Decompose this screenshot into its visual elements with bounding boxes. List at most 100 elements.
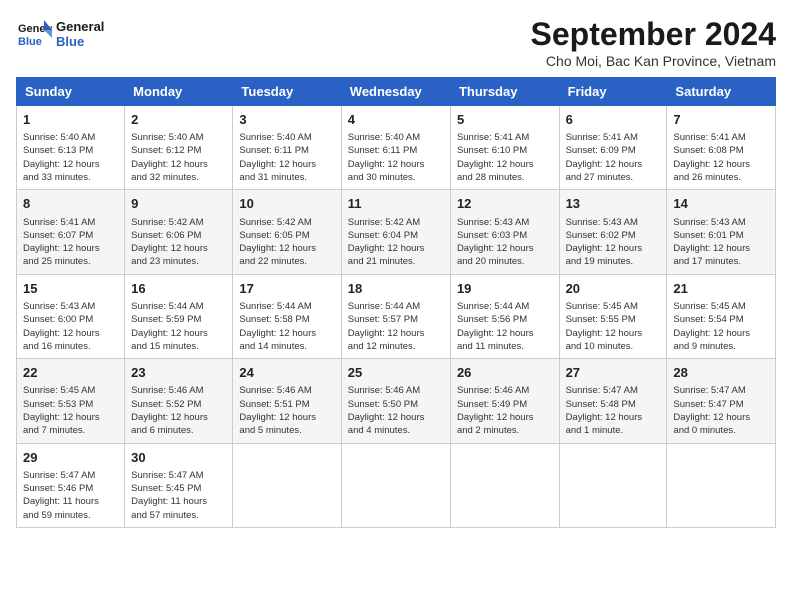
day-cell: 28 Sunrise: 5:47 AMSunset: 5:47 PMDayligh… <box>667 359 776 443</box>
day-cell: 10 Sunrise: 5:42 AMSunset: 6:05 PMDayligh… <box>233 190 341 274</box>
day-info: Sunrise: 5:41 AMSunset: 6:07 PMDaylight:… <box>23 216 118 269</box>
month-title: September 2024 <box>531 16 776 53</box>
day-cell: 7Sunrise: 5:41 AMSunset: 6:08 PMDaylight… <box>667 106 776 190</box>
week-row-4: 22 Sunrise: 5:45 AMSunset: 5:53 PMDayligh… <box>17 359 776 443</box>
day-info: Sunrise: 5:44 AMSunset: 5:57 PMDaylight:… <box>348 300 444 353</box>
day-number: 13 <box>566 195 661 213</box>
day-cell: 23 Sunrise: 5:46 AMSunset: 5:52 PMDayligh… <box>125 359 233 443</box>
day-cell: 18 Sunrise: 5:44 AMSunset: 5:57 PMDayligh… <box>341 274 450 358</box>
day-number: 10 <box>239 195 334 213</box>
day-cell: 9 Sunrise: 5:42 AMSunset: 6:06 PMDaylight… <box>125 190 233 274</box>
day-number: 20 <box>566 280 661 298</box>
day-cell: 12Sunrise: 5:43 AMSunset: 6:03 PMDayligh… <box>450 190 559 274</box>
calendar-table: SundayMondayTuesdayWednesdayThursdayFrid… <box>16 77 776 528</box>
day-number: 26 <box>457 364 553 382</box>
day-number: 30 <box>131 449 226 467</box>
header: General Blue General Blue September 2024… <box>16 16 776 69</box>
day-info: Sunrise: 5:43 AMSunset: 6:01 PMDaylight:… <box>673 216 769 269</box>
logo: General Blue General Blue <box>16 16 104 52</box>
day-info: Sunrise: 5:40 AMSunset: 6:11 PMDaylight:… <box>348 131 444 184</box>
day-cell: 2Sunrise: 5:40 AMSunset: 6:12 PMDaylight… <box>125 106 233 190</box>
day-cell: 6Sunrise: 5:41 AMSunset: 6:09 PMDaylight… <box>559 106 667 190</box>
day-number: 1 <box>23 111 118 129</box>
day-number: 25 <box>348 364 444 382</box>
day-cell <box>559 443 667 527</box>
day-number: 8 <box>23 195 118 213</box>
day-cell: 19Sunrise: 5:44 AMSunset: 5:56 PMDayligh… <box>450 274 559 358</box>
day-cell: 22 Sunrise: 5:45 AMSunset: 5:53 PMDayligh… <box>17 359 125 443</box>
day-number: 17 <box>239 280 334 298</box>
logo-text-blue: Blue <box>56 34 104 49</box>
day-cell: 27 Sunrise: 5:47 AMSunset: 5:48 PMDayligh… <box>559 359 667 443</box>
day-cell: 15Sunrise: 5:43 AMSunset: 6:00 PMDayligh… <box>17 274 125 358</box>
day-number: 21 <box>673 280 769 298</box>
day-info: Sunrise: 5:40 AMSunset: 6:11 PMDaylight:… <box>239 131 334 184</box>
day-info: Sunrise: 5:47 AMSunset: 5:48 PMDaylight:… <box>566 384 661 437</box>
day-number: 14 <box>673 195 769 213</box>
day-cell: 17Sunrise: 5:44 AMSunset: 5:58 PMDayligh… <box>233 274 341 358</box>
day-number: 28 <box>673 364 769 382</box>
day-number: 27 <box>566 364 661 382</box>
day-info: Sunrise: 5:44 AMSunset: 5:56 PMDaylight:… <box>457 300 553 353</box>
day-cell: 25Sunrise: 5:46 AMSunset: 5:50 PMDayligh… <box>341 359 450 443</box>
logo-icon: General Blue <box>16 16 52 52</box>
day-info: Sunrise: 5:40 AMSunset: 6:12 PMDaylight:… <box>131 131 226 184</box>
day-number: 15 <box>23 280 118 298</box>
day-cell: 4 Sunrise: 5:40 AMSunset: 6:11 PMDaylight… <box>341 106 450 190</box>
day-info: Sunrise: 5:47 AMSunset: 5:45 PMDaylight:… <box>131 469 226 522</box>
week-row-5: 29 Sunrise: 5:47 AMSunset: 5:46 PMDayligh… <box>17 443 776 527</box>
title-area: September 2024 Cho Moi, Bac Kan Province… <box>531 16 776 69</box>
day-number: 29 <box>23 449 118 467</box>
header-cell-saturday: Saturday <box>667 78 776 106</box>
day-cell: 26 Sunrise: 5:46 AMSunset: 5:49 PMDayligh… <box>450 359 559 443</box>
svg-text:Blue: Blue <box>18 36 42 48</box>
day-cell <box>667 443 776 527</box>
day-cell <box>450 443 559 527</box>
day-info: Sunrise: 5:46 AMSunset: 5:51 PMDaylight:… <box>239 384 334 437</box>
day-number: 6 <box>566 111 661 129</box>
day-info: Sunrise: 5:47 AMSunset: 5:46 PMDaylight:… <box>23 469 118 522</box>
day-number: 5 <box>457 111 553 129</box>
day-info: Sunrise: 5:46 AMSunset: 5:49 PMDaylight:… <box>457 384 553 437</box>
header-cell-sunday: Sunday <box>17 78 125 106</box>
day-info: Sunrise: 5:41 AMSunset: 6:08 PMDaylight:… <box>673 131 769 184</box>
day-number: 22 <box>23 364 118 382</box>
day-cell: 1Sunrise: 5:40 AMSunset: 6:13 PMDaylight… <box>17 106 125 190</box>
day-info: Sunrise: 5:41 AMSunset: 6:10 PMDaylight:… <box>457 131 553 184</box>
day-info: Sunrise: 5:42 AMSunset: 6:06 PMDaylight:… <box>131 216 226 269</box>
header-cell-tuesday: Tuesday <box>233 78 341 106</box>
header-cell-thursday: Thursday <box>450 78 559 106</box>
day-cell: 30 Sunrise: 5:47 AMSunset: 5:45 PMDayligh… <box>125 443 233 527</box>
day-cell: 14 Sunrise: 5:43 AMSunset: 6:01 PMDayligh… <box>667 190 776 274</box>
day-info: Sunrise: 5:42 AMSunset: 6:05 PMDaylight:… <box>239 216 334 269</box>
day-cell: 11Sunrise: 5:42 AMSunset: 6:04 PMDayligh… <box>341 190 450 274</box>
day-cell: 3 Sunrise: 5:40 AMSunset: 6:11 PMDaylight… <box>233 106 341 190</box>
header-cell-monday: Monday <box>125 78 233 106</box>
week-row-3: 15Sunrise: 5:43 AMSunset: 6:00 PMDayligh… <box>17 274 776 358</box>
header-row: SundayMondayTuesdayWednesdayThursdayFrid… <box>17 78 776 106</box>
day-cell: 29 Sunrise: 5:47 AMSunset: 5:46 PMDayligh… <box>17 443 125 527</box>
day-cell: 20 Sunrise: 5:45 AMSunset: 5:55 PMDayligh… <box>559 274 667 358</box>
day-cell: 21Sunrise: 5:45 AMSunset: 5:54 PMDayligh… <box>667 274 776 358</box>
day-cell: 5 Sunrise: 5:41 AMSunset: 6:10 PMDaylight… <box>450 106 559 190</box>
day-number: 18 <box>348 280 444 298</box>
location: Cho Moi, Bac Kan Province, Vietnam <box>531 53 776 69</box>
day-number: 3 <box>239 111 334 129</box>
day-info: Sunrise: 5:43 AMSunset: 6:02 PMDaylight:… <box>566 216 661 269</box>
header-cell-wednesday: Wednesday <box>341 78 450 106</box>
day-info: Sunrise: 5:44 AMSunset: 5:59 PMDaylight:… <box>131 300 226 353</box>
day-cell: 24 Sunrise: 5:46 AMSunset: 5:51 PMDayligh… <box>233 359 341 443</box>
week-row-1: 1Sunrise: 5:40 AMSunset: 6:13 PMDaylight… <box>17 106 776 190</box>
day-number: 23 <box>131 364 226 382</box>
day-number: 9 <box>131 195 226 213</box>
day-info: Sunrise: 5:45 AMSunset: 5:53 PMDaylight:… <box>23 384 118 437</box>
day-info: Sunrise: 5:46 AMSunset: 5:52 PMDaylight:… <box>131 384 226 437</box>
day-cell <box>233 443 341 527</box>
day-number: 24 <box>239 364 334 382</box>
day-number: 4 <box>348 111 444 129</box>
header-cell-friday: Friday <box>559 78 667 106</box>
day-info: Sunrise: 5:42 AMSunset: 6:04 PMDaylight:… <box>348 216 444 269</box>
day-info: Sunrise: 5:47 AMSunset: 5:47 PMDaylight:… <box>673 384 769 437</box>
day-cell: 16Sunrise: 5:44 AMSunset: 5:59 PMDayligh… <box>125 274 233 358</box>
day-info: Sunrise: 5:45 AMSunset: 5:55 PMDaylight:… <box>566 300 661 353</box>
